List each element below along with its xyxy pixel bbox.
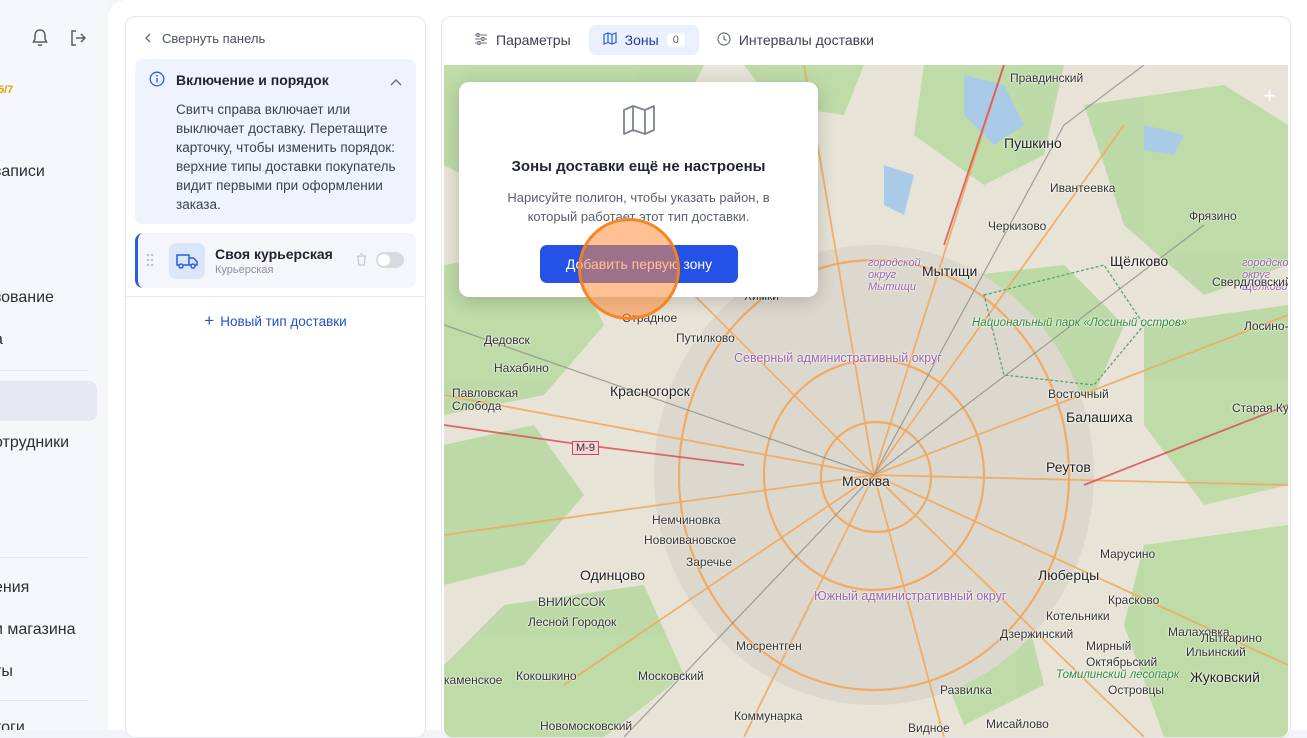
map-label-moskva: Москва <box>842 473 890 489</box>
tabs-bar: Параметры Зоны 0 Интервалы доставки <box>460 25 888 55</box>
map-label-nemchinovka: Немчиновка <box>652 513 721 527</box>
map-label-moskovsky: Московский <box>638 669 704 683</box>
tab-parameters[interactable]: Параметры <box>460 25 585 55</box>
sliders-icon <box>474 32 488 48</box>
map-label-ostrovtsy: Островцы <box>1108 683 1165 697</box>
map-label-novoivanovskoe: Новоивановское <box>644 533 737 547</box>
chevron-up-icon[interactable] <box>390 73 402 91</box>
map-label-ivanteevka: Ивантеевка <box>1050 181 1116 195</box>
map-label-fryazino: Фрязино <box>1189 209 1237 223</box>
map-label-nakhabino: Нахабино <box>494 361 549 375</box>
map-label-novomoskovsky: Новомосковский <box>540 719 633 733</box>
tab-zones-count: 0 <box>666 33 685 47</box>
map-label-pavlovskaya: Павловская Слобода <box>452 386 519 413</box>
drag-handle-icon[interactable] <box>146 253 154 272</box>
map-label-mosrentgen: Мосрентген <box>736 639 802 653</box>
map-label-vniissok: ВНИИССОК <box>538 595 606 609</box>
nav-item-usage[interactable]: зование <box>0 289 54 307</box>
map-label-oktyabrsky: Октябрьский <box>1086 655 1158 669</box>
tab-delivery-intervals-label: Интервалы доставки <box>738 32 874 48</box>
clock-icon <box>717 31 731 49</box>
map-label-dedovsk: Дедовск <box>484 333 530 347</box>
tab-parameters-label: Параметры <box>496 32 571 48</box>
tab-zones[interactable]: Зоны 0 <box>588 25 699 55</box>
map-label-kokoshkino: Кокошкино <box>516 669 577 683</box>
collapse-panel-label: Свернуть панель <box>162 31 266 46</box>
delivery-types-panel: Свернуть панель Включение и порядок Свит… <box>125 16 426 738</box>
new-delivery-type-label: Новый тип доставки <box>220 314 347 329</box>
nav-item-records[interactable]: записи <box>0 163 45 181</box>
map-label-razvilka: Развилка <box>940 683 992 697</box>
nav-item-staff[interactable]: отрудники <box>0 434 69 452</box>
map-icon <box>603 32 617 48</box>
logout-icon[interactable] <box>68 28 88 53</box>
map-label-kamenskoe: каменское <box>444 673 503 687</box>
click-indicator <box>578 218 680 320</box>
info-title: Включение и порядок <box>176 72 329 88</box>
tab-delivery-intervals[interactable]: Интервалы доставки <box>703 25 888 55</box>
nav-item-store[interactable]: и магазина <box>0 621 76 639</box>
map-label-losiny: Национальный парк «Лосиный остров» <box>972 317 1187 329</box>
nav-badge: 5/7 <box>0 84 14 96</box>
map-label-zhukovsky: Жуковский <box>1190 669 1260 685</box>
map-label-schelkovo: Щёлково <box>1110 253 1169 269</box>
zoom-in-button[interactable]: + <box>1263 83 1276 109</box>
plus-icon: + <box>204 311 215 330</box>
map-label-yuzhny: Южный административный округ <box>814 589 1007 603</box>
map-label-lyubertsy: Люберцы <box>1038 567 1100 583</box>
nav-item-a[interactable]: а <box>0 331 3 349</box>
map-label-severny: Северный административный округ <box>734 351 942 365</box>
info-icon <box>149 71 165 92</box>
map-label-vidnoe: Видное <box>908 721 950 735</box>
map-label-mirny: Мирный <box>1086 639 1132 653</box>
delivery-type-subtitle: Курьерская <box>215 264 274 276</box>
nav-item-notifications[interactable]: ения <box>0 579 29 597</box>
new-delivery-type-button[interactable]: + Новый тип доставки <box>126 311 425 331</box>
delivery-type-card[interactable]: Своя курьерская Курьерская <box>135 233 416 288</box>
map-label-losino: Лосино-П <box>1244 319 1288 333</box>
popup-title: Зоны доставки ещё не настроены <box>511 158 766 175</box>
map-label-lytkarino: Лыткарино <box>1201 631 1262 645</box>
map-label-mytishchi: Мытищи <box>922 263 978 279</box>
trash-icon[interactable] <box>356 253 367 271</box>
map-label-pushkino: Пушкино <box>1004 135 1062 151</box>
map-label-kraskovo: Красково <box>1108 593 1160 607</box>
map-icon <box>622 104 656 141</box>
info-text: Свитч справа включает или выключает дост… <box>176 102 396 212</box>
map-label-misaylovo: Мисайлово <box>986 717 1049 731</box>
delivery-enable-toggle[interactable] <box>376 252 404 268</box>
map-label-m9: М-9 <box>572 441 599 455</box>
nav-item-active[interactable] <box>0 381 97 421</box>
collapse-panel-button[interactable]: Свернуть панель <box>144 31 265 46</box>
map-label-sverdlovsky: Свердловский <box>1212 275 1288 289</box>
map-label-staraya: Старая Куп <box>1232 401 1288 415</box>
delivery-type-title: Своя курьерская <box>215 246 333 262</box>
map-label-tomilinsky: Томилинский лесопарк <box>1056 669 1180 681</box>
truck-icon <box>169 243 205 279</box>
map-label-kommunarka: Коммунарка <box>734 709 803 723</box>
info-box: Включение и порядок Свитч справа включае… <box>135 59 416 224</box>
nav-item-ty[interactable]: ты <box>0 663 13 681</box>
map-label-lesnoy: Лесной Городок <box>528 615 617 629</box>
bell-icon[interactable] <box>30 28 50 53</box>
left-nav: 5/7 записи зование а отрудники г ения и … <box>0 0 108 730</box>
map-label-ilyinsky: Ильинский <box>1186 645 1246 659</box>
map-label-reutov: Реутов <box>1046 459 1091 475</box>
tab-zones-label: Зоны <box>624 32 659 48</box>
map-label-odintsovo: Одинцово <box>580 567 646 583</box>
map-label-zarechye: Заречье <box>686 555 733 569</box>
map-label-cherkizovo: Черкизово <box>988 219 1047 233</box>
map-label-dzerzhinsky: Дзержинский <box>1000 627 1074 641</box>
map-label-putilkovo: Путилково <box>676 331 735 345</box>
nav-item-totals[interactable]: тоги <box>0 719 25 730</box>
chevron-left-icon <box>144 31 152 46</box>
map-label-vostochny: Восточный <box>1048 387 1109 401</box>
map-label-marusino: Марусино <box>1100 547 1156 561</box>
map-label-balashikha: Балашиха <box>1066 409 1133 425</box>
map-label-kotelniki: Котельники <box>1046 609 1110 623</box>
map-label-pravdinsky: Правдинский <box>1010 71 1084 85</box>
map-label-krasnogorsk: Красногорск <box>610 383 690 399</box>
